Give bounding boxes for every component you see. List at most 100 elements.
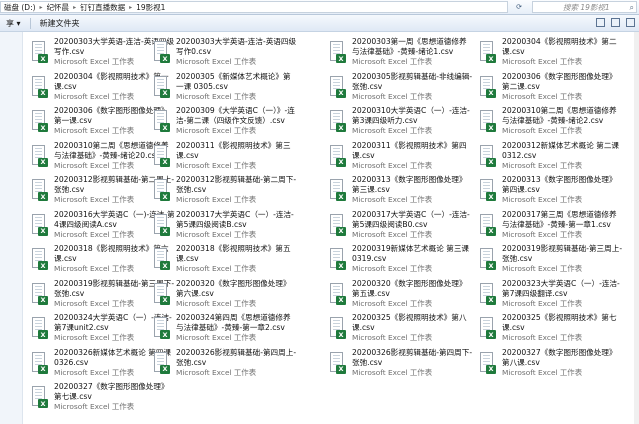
file-item[interactable]: X 20200309《大学英语C（一）》-连洁-第二课（四级作文反馈）.csv Mi… [154,105,299,137]
file-type: Microsoft Excel 工作表 [502,298,583,308]
file-type: Microsoft Excel 工作表 [54,402,135,411]
share-menu-button[interactable]: 享 ▾ [0,18,27,29]
excel-csv-file-icon: X [330,75,346,98]
excel-badge-icon: X [336,330,346,339]
file-item[interactable]: X 20200325《影视照明技术》第七课.csv Microsoft Excel … [480,312,625,344]
file-type: Microsoft Excel 工作表 [176,229,257,239]
file-name: 20200311《影视照明技术》第四课.csv [352,140,467,160]
file-name: 20200309《大学英语C（一）》-连洁-第二课（四级作文反馈）.csv [176,106,295,125]
file-item[interactable]: X 20200304《影视照明技术》第二课.csv Microsoft Excel … [480,36,625,68]
breadcrumb-item[interactable]: 磁盘 (D:) [1,2,39,12]
file-item[interactable]: X 20200327《数字图形图像处理》第八课.csv Microsoft Exce… [480,347,625,379]
file-item[interactable]: X 20200323大学英语C（一）-连洁-第7课四级翻译.csv Microsof… [480,278,625,310]
breadcrumb-item[interactable]: 纪怀晨 [44,2,73,12]
excel-csv-file-icon: X [32,282,48,305]
file-item[interactable]: X 20200306《数字图形图像处理》第二课.csv Microsoft Exce… [480,71,625,103]
file-item[interactable]: X 20200319新媒体艺术概论 第三课 0319.csv Microsoft E… [330,243,475,275]
excel-csv-file-icon: X [480,75,496,98]
file-item[interactable]: X 20200326影视剪辑基础-第四周下-张弛.csv Microsoft Exc… [330,347,475,379]
change-view-icon[interactable] [596,18,605,27]
file-item[interactable]: X 20200311《影视照明技术》第三课.csv Microsoft Excel … [154,140,299,172]
file-item[interactable]: X 20200327《数字图形图像处理》第七课.csv Microsoft Exce… [32,381,177,413]
file-item[interactable]: X 20200311《影视照明技术》第四课.csv Microsoft Excel … [330,140,475,172]
file-list: X 20200303大学英语-连洁-英语四级写作.csv Microsoft Exc… [24,32,634,424]
breadcrumb-item[interactable]: 19影视1 [133,2,168,12]
file-item[interactable]: X 20200320《数字图形图像处理》第五课.csv Microsoft Exce… [330,278,475,310]
address-bar: 磁盘 (D:) ▸ 纪怀晨 ▸ 钉钉直播数据 ▸ 19影视1 ⟳ 搜索 19影视1 ⌕ [0,0,639,15]
excel-csv-file-icon: X [32,179,48,201]
file-item[interactable]: X 20200313《数字图形图像处理》第三课.csv Microsoft Exce… [330,174,475,206]
excel-csv-file-icon: X [480,351,496,374]
file-type: Microsoft Excel 工作表 [352,333,433,342]
excel-badge-icon: X [486,88,496,98]
file-item[interactable]: X 20200313《数字图形图像处理》第四课.csv Microsoft Exce… [480,174,625,206]
file-type: Microsoft Excel 工作表 [502,367,583,377]
toolbar: 享 ▾ 新建文件夹 [0,15,639,32]
search-input[interactable]: 搜索 19影视1 ⌕ [532,1,637,13]
file-item[interactable]: X 20200326影视剪辑基础-第四周上-张弛.csv Microsoft Exc… [154,347,299,379]
file-name: 20200327《数字图形图像处理》第八课.csv [502,347,617,367]
file-item[interactable]: X 20200319影视剪辑基础-第三周上-张弛.csv Microsoft Exc… [480,243,625,275]
preview-pane-icon[interactable] [611,18,620,27]
file-type: Microsoft Excel 工作表 [502,91,583,101]
file-type: Microsoft Excel 工作表 [502,264,583,273]
file-item[interactable]: X 20200312新媒体艺术概论 第二课 0312.csv Microsoft E… [480,140,625,172]
file-item[interactable]: X 20200317大学英语C（一）-连洁-第5课四级阅读B.csv Microso… [154,209,299,241]
excel-badge-icon: X [38,192,48,201]
new-folder-button[interactable]: 新建文件夹 [34,18,86,29]
file-item[interactable]: X 20200305《新媒体艺术概论》第一课 0305.csv Microsoft … [154,71,299,103]
breadcrumb[interactable]: 磁盘 (D:) ▸ 纪怀晨 ▸ 钉钉直播数据 ▸ 19影视1 [0,1,508,13]
excel-badge-icon: X [336,123,346,132]
excel-csv-file-icon: X [32,41,48,63]
excel-badge-icon: X [38,54,48,63]
excel-csv-file-icon: X [154,317,170,339]
file-item[interactable]: X 20200303大学英语-连洁-英语四级写作0.csv Microsoft Ex… [154,36,299,68]
file-type: Microsoft Excel 工作表 [176,298,257,308]
file-type: Microsoft Excel 工作表 [502,160,583,170]
excel-csv-file-icon: X [330,282,346,305]
file-type: Microsoft Excel 工作表 [176,160,257,170]
view-options [596,18,635,27]
file-type: Microsoft Excel 工作表 [352,126,433,135]
file-item[interactable]: X 20200317第三周《思想道德修养与法律基础》-黄臻-第一章1.csv Mic… [480,209,625,241]
file-item[interactable]: X 20200318《影视照明技术》第五课.csv Microsoft Excel … [154,243,299,275]
file-name: 20200311《影视照明技术》第三课.csv [176,140,291,160]
file-type: Microsoft Excel 工作表 [502,126,583,135]
excel-csv-file-icon: X [330,144,346,167]
navigation-pane[interactable] [0,32,23,424]
breadcrumb-item[interactable]: 钉钉直播数据 [77,2,128,12]
help-icon[interactable] [626,18,635,27]
excel-badge-icon: X [486,123,496,132]
file-name: 20200304《影视照明技术》第二课.csv [502,37,617,56]
file-type: Microsoft Excel 工作表 [176,91,257,101]
scrollbar[interactable] [634,32,639,424]
excel-badge-icon: X [336,157,346,167]
search-icon[interactable]: ⌕ [630,3,634,13]
excel-badge-icon: X [336,261,346,270]
file-item[interactable]: X 20200303第一周《思想道德修养与法律基础》-黄臻-绪论1.csv Micr… [330,36,475,68]
file-name: 20200306《数字图形图像处理》第二课.csv [502,71,617,91]
file-item[interactable]: X 20200305影视剪辑基础-非线编辑-张弛.csv Microsoft Exc… [330,71,475,103]
file-name: 20200303大学英语-连洁-英语四级写作0.csv [176,37,297,56]
file-item[interactable]: X 20200310大学英语C（一）-连洁-第3课四级听力.csv Microsof… [330,105,475,137]
excel-csv-file-icon: X [480,317,496,339]
excel-badge-icon: X [160,261,170,270]
file-type: Microsoft Excel 工作表 [352,264,433,273]
file-type: Microsoft Excel 工作表 [176,195,257,204]
file-item[interactable]: X 20200325《影视照明技术》第八课.csv Microsoft Excel … [330,312,475,344]
file-item[interactable]: X 20200320《数字图形图像处理》第六课.csv Microsoft Exce… [154,278,299,310]
file-type: Microsoft Excel 工作表 [176,333,257,342]
file-item[interactable]: X 20200324第四周《思想道德修养与法律基础》-黄臻-第一章2.csv Mic… [154,312,299,344]
excel-csv-file-icon: X [154,110,170,132]
excel-badge-icon: X [38,157,48,167]
excel-csv-file-icon: X [154,351,170,374]
file-item[interactable]: X 20200312影视剪辑基础-第二周下-张弛.csv Microsoft Exc… [154,174,299,206]
excel-badge-icon: X [38,261,48,270]
file-item[interactable]: X 20200317大学英语C（一）-连洁-第5课四级阅读B0.csv Micros… [330,209,475,241]
excel-badge-icon: X [38,330,48,339]
refresh-icon[interactable]: ⟳ [512,1,526,13]
file-type: Microsoft Excel 工作表 [352,367,433,377]
excel-badge-icon: X [38,295,48,305]
excel-badge-icon: X [486,364,496,374]
file-item[interactable]: X 20200310第二周《思想道德修养与法律基础》-黄臻-绪论2.csv Micr… [480,105,625,137]
